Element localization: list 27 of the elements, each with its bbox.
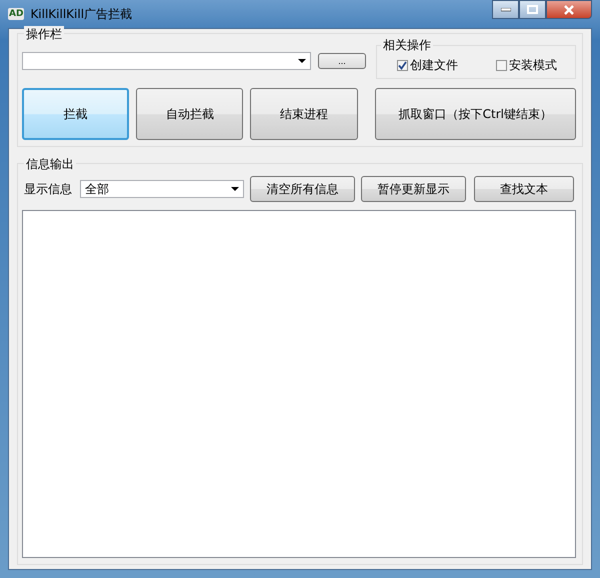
group-title: 相关操作 bbox=[381, 37, 433, 54]
output-button[interactable]: 清空所有信息 bbox=[250, 176, 355, 202]
browse-button[interactable]: ... bbox=[318, 53, 366, 69]
close-icon bbox=[563, 4, 575, 14]
checkbox-label: 安装模式 bbox=[509, 57, 557, 74]
close-button[interactable] bbox=[546, 0, 592, 19]
minimize-icon bbox=[500, 8, 510, 12]
maximize-button[interactable] bbox=[519, 0, 546, 19]
action-button[interactable]: 拦截 bbox=[22, 88, 130, 140]
filter-combo-box[interactable]: 全部 bbox=[80, 180, 244, 198]
output-button[interactable]: 暂停更新显示 bbox=[361, 176, 466, 202]
minimize-button[interactable] bbox=[492, 0, 519, 19]
window-title: KillKillKill广告拦截 bbox=[30, 6, 132, 22]
app-icon: AD bbox=[8, 8, 24, 20]
checkbox-label: 创建文件 bbox=[410, 57, 458, 74]
action-button[interactable]: 自动拦截 bbox=[136, 88, 244, 140]
checkbox[interactable]: 安装模式 bbox=[496, 57, 557, 74]
group-title: 信息输出 bbox=[24, 156, 76, 173]
filter-label: 显示信息 bbox=[24, 180, 72, 198]
action-button[interactable]: 结束进程 bbox=[250, 88, 358, 140]
dropdown-arrow-icon bbox=[231, 187, 239, 191]
action-button[interactable]: 抓取窗口（按下Ctrl键结束） bbox=[374, 88, 576, 140]
maximize-icon bbox=[527, 5, 538, 14]
checkbox[interactable]: 创建文件 bbox=[397, 57, 458, 74]
output-button[interactable]: 查找文本 bbox=[474, 176, 574, 202]
dropdown-arrow-icon bbox=[298, 59, 306, 63]
group-title: 操作栏 bbox=[24, 26, 64, 43]
